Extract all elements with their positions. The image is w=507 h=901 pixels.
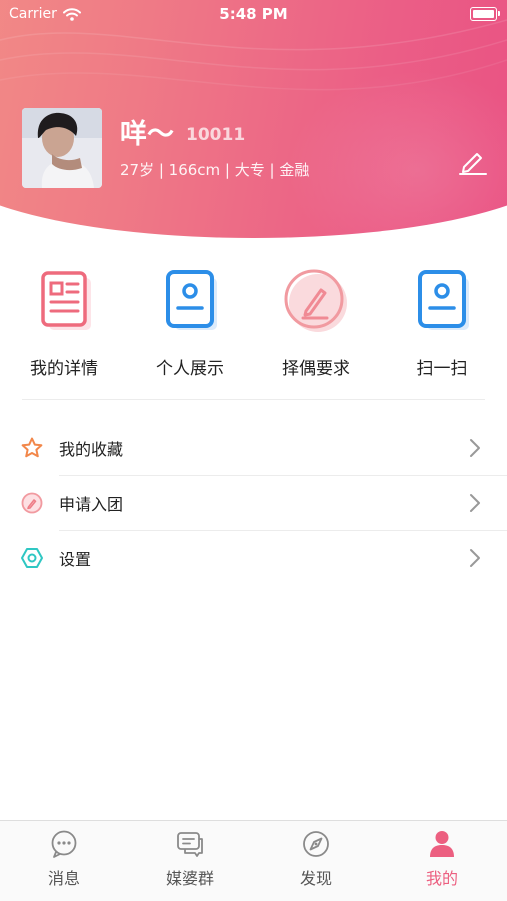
section-divider [22, 399, 485, 400]
pen-circle-icon [284, 269, 347, 332]
avatar[interactable] [22, 108, 102, 188]
tab-messages[interactable]: 消息 [1, 821, 127, 901]
profile-details: 27岁 | 166cm | 大专 | 金融 [120, 161, 310, 179]
chevron-right-icon [470, 549, 480, 567]
tab-matchmaker-group[interactable]: 媒婆群 [127, 821, 253, 901]
quick-action-label: 择偶要求 [282, 359, 350, 379]
tab-mine[interactable]: 我的 [379, 821, 505, 901]
person-icon [430, 831, 454, 857]
chat-bubble-icon [51, 830, 77, 858]
chevron-right-icon [470, 439, 480, 457]
document-icon [41, 271, 91, 330]
tab-label: 发现 [299, 869, 332, 888]
tab-label: 消息 [47, 869, 80, 888]
quick-action-scan[interactable]: 扫一扫 [379, 268, 505, 379]
edit-profile-icon[interactable] [458, 146, 488, 176]
apply-icon [21, 492, 43, 514]
settings-icon [21, 548, 43, 568]
group-chat-icon [177, 832, 203, 857]
avatar-photo [22, 108, 102, 188]
scan-icon [418, 270, 469, 330]
quick-action-requirements[interactable]: 择偶要求 [253, 268, 379, 379]
menu-item-apply[interactable]: 申请入团 [0, 476, 507, 530]
id-card-icon [166, 270, 217, 330]
quick-action-label: 个人展示 [156, 359, 224, 379]
quick-actions: 我的详情 个人展示 择偶要求 扫一扫 [0, 268, 507, 380]
quick-action-label: 我的详情 [30, 359, 98, 379]
menu-item-label: 设置 [59, 550, 92, 569]
menu-item-settings[interactable]: 设置 [0, 531, 507, 585]
chevron-right-icon [470, 494, 480, 512]
status-time: 5:48 PM [219, 5, 288, 23]
quick-action-showcase[interactable]: 个人展示 [127, 268, 253, 379]
profile-user-id: 10011 [186, 125, 246, 145]
menu-item-favorites[interactable]: 我的收藏 [0, 421, 507, 475]
profile-name: 咩～ [120, 119, 174, 150]
quick-action-label: 扫一扫 [416, 359, 468, 379]
status-bar: Carrier 5:48 PM [0, 0, 507, 30]
quick-action-details[interactable]: 我的详情 [1, 268, 127, 379]
profile-header: Carrier 5:48 PM 咩～ 10011 27岁 | 166cm | 大… [0, 0, 507, 250]
tab-label: 媒婆群 [165, 869, 214, 888]
tab-label: 我的 [425, 869, 458, 888]
compass-icon [303, 831, 329, 857]
star-icon [21, 437, 43, 458]
tab-discover[interactable]: 发现 [253, 821, 379, 901]
menu-item-label: 申请入团 [59, 495, 124, 514]
battery-icon [470, 7, 500, 21]
menu-item-label: 我的收藏 [59, 440, 124, 459]
tab-bar: 消息 媒婆群 发现 我的 [0, 820, 507, 901]
